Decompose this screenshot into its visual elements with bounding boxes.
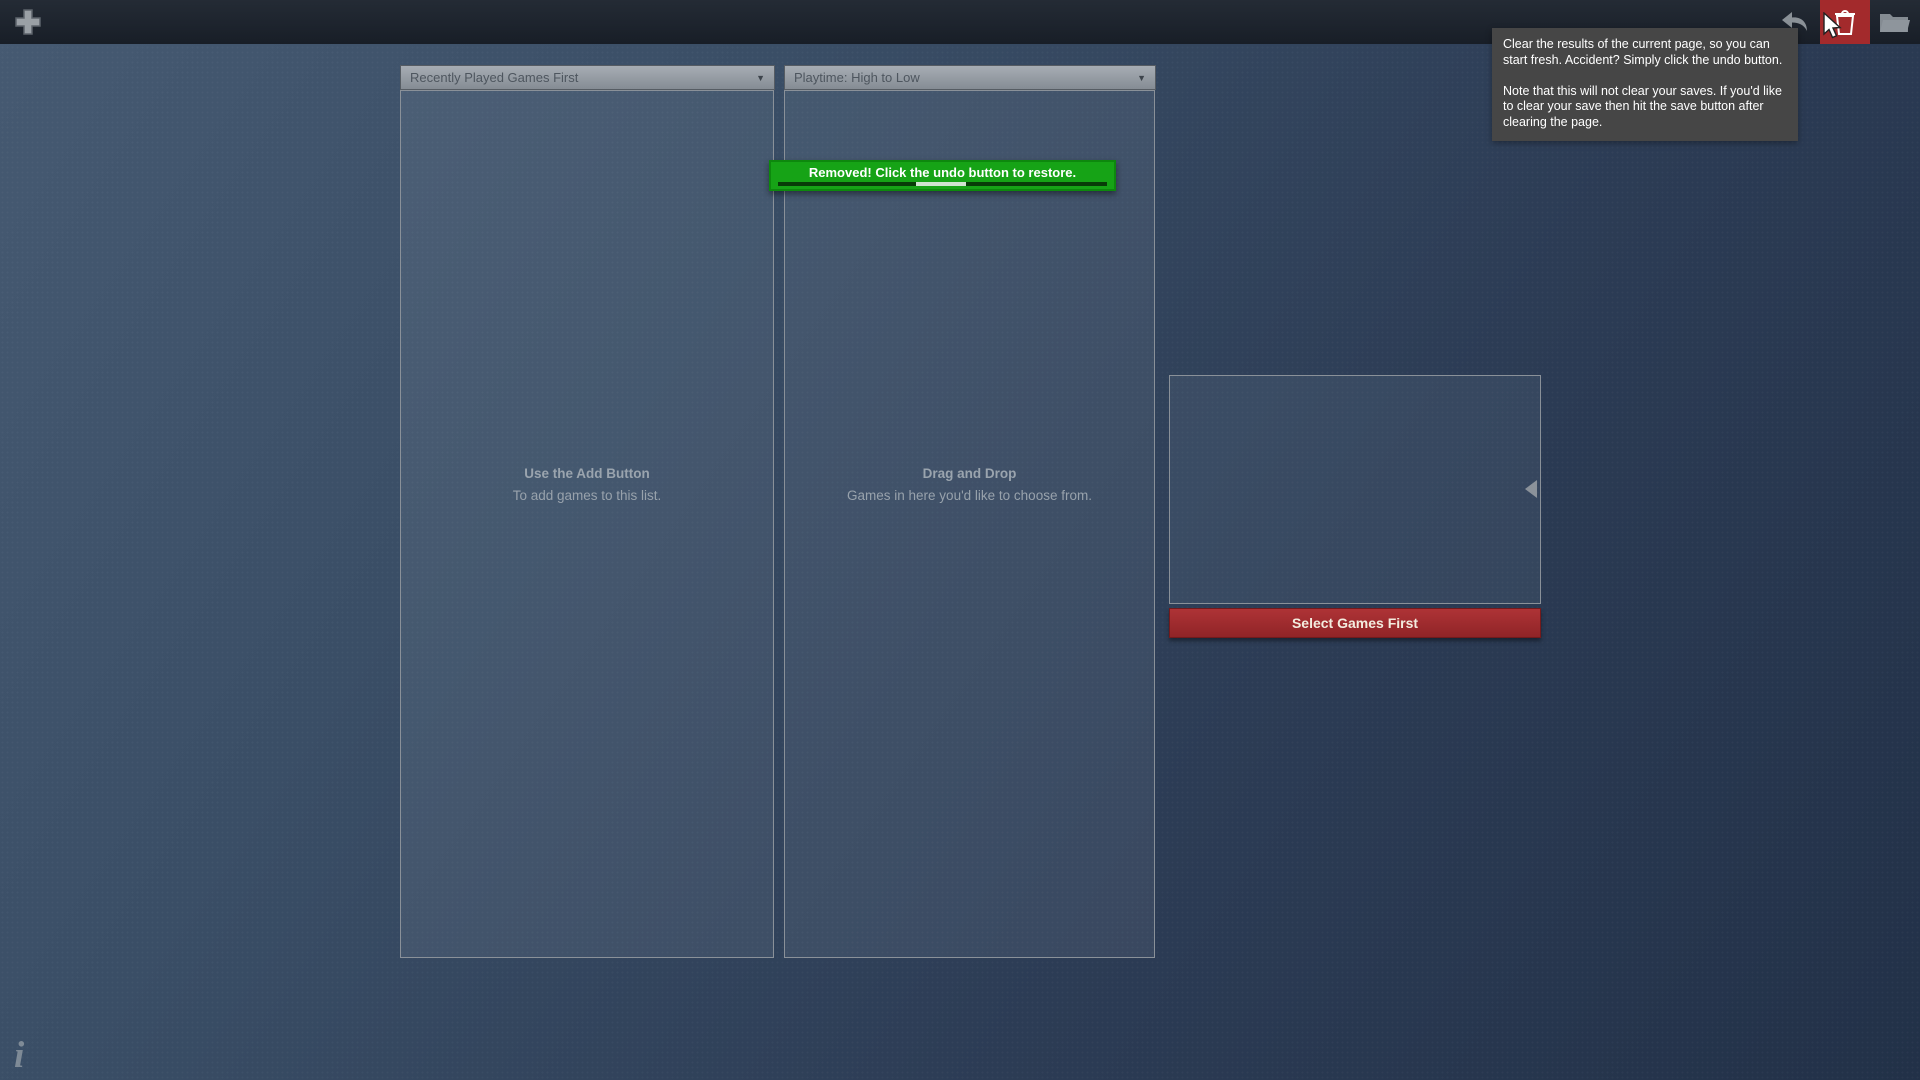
choose-pool-placeholder-title: Drag and Drop xyxy=(785,463,1154,485)
sort-dropdown-pool[interactable]: Playtime: High to Low ▼ xyxy=(784,65,1156,90)
tooltip-paragraph-1: Clear the results of the current page, s… xyxy=(1503,37,1787,69)
trash-icon xyxy=(1833,8,1857,36)
arrow-left-icon xyxy=(1525,480,1537,498)
toast-timer-track xyxy=(778,182,1107,186)
my-games-placeholder-title: Use the Add Button xyxy=(401,463,773,485)
choose-pool-panel[interactable]: Drag and Drop Games in here you'd like t… xyxy=(784,90,1155,958)
tooltip-paragraph-2: Note that this will not clear your saves… xyxy=(1503,84,1787,131)
plus-icon xyxy=(15,9,41,35)
sort-dropdown-pool-value: Playtime: High to Low xyxy=(794,70,1131,85)
chevron-down-icon: ▼ xyxy=(1137,73,1146,83)
sort-dropdown-my-games[interactable]: Recently Played Games First ▼ xyxy=(400,65,775,90)
clear-page-button[interactable] xyxy=(1820,0,1870,44)
my-games-placeholder: Use the Add Button To add games to this … xyxy=(401,463,773,507)
clear-button-tooltip: Clear the results of the current page, s… xyxy=(1492,28,1798,141)
choose-pool-placeholder-subtitle: Games in here you'd like to choose from. xyxy=(785,485,1154,507)
add-games-button[interactable] xyxy=(14,8,42,36)
choose-pool-placeholder: Drag and Drop Games in here you'd like t… xyxy=(785,463,1154,507)
folder-icon xyxy=(1879,10,1911,34)
load-save-button[interactable] xyxy=(1870,0,1920,44)
my-games-placeholder-subtitle: To add games to this list. xyxy=(401,485,773,507)
removed-toast-notification: Removed! Click the undo button to restor… xyxy=(769,160,1116,191)
info-icon[interactable]: i xyxy=(14,1034,24,1077)
my-games-list-panel[interactable]: Use the Add Button To add games to this … xyxy=(400,90,774,958)
tooltip-paragraph-gap xyxy=(1503,69,1787,84)
toast-message: Removed! Click the undo button to restor… xyxy=(771,165,1114,180)
toast-timer-remaining xyxy=(916,182,965,186)
pick-game-button[interactable]: Select Games First xyxy=(1169,608,1541,638)
sort-dropdown-my-games-value: Recently Played Games First xyxy=(410,70,750,85)
chevron-down-icon: ▼ xyxy=(756,73,765,83)
result-display-box xyxy=(1169,375,1541,604)
